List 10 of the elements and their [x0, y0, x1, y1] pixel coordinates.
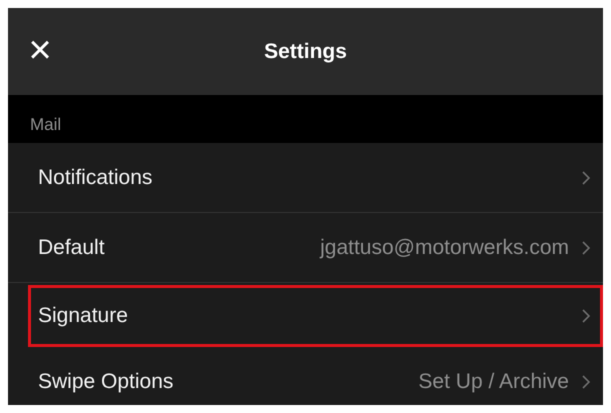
section-label: Mail [30, 115, 62, 135]
chevron-icon [581, 308, 591, 324]
row-value: jgattuso@motorwerks.com [320, 236, 569, 260]
chevron-icon [581, 240, 591, 256]
page-title: Settings [264, 40, 347, 64]
chevron-icon [581, 374, 591, 390]
settings-row[interactable]: Signature [28, 285, 603, 347]
close-button[interactable]: × [28, 30, 52, 74]
row-value: Set Up / Archive [418, 370, 569, 394]
chevron-icon [581, 170, 591, 186]
